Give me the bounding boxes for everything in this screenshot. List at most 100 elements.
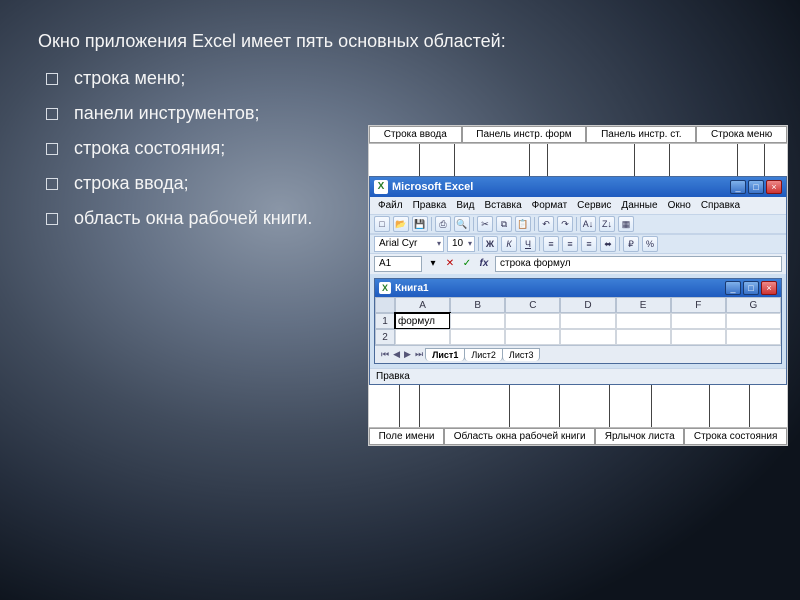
sheet-tabs: ⏮ ◀ ▶ ⏭ Лист1 Лист2 Лист3 (375, 345, 781, 363)
callout-workbook-area: Область окна рабочей книги (444, 428, 595, 445)
cell[interactable] (671, 313, 726, 329)
workbook-logo-icon: X (379, 282, 391, 294)
menu-window[interactable]: Окно (664, 199, 695, 212)
chart-icon[interactable]: ▦ (618, 216, 634, 232)
menu-view[interactable]: Вид (452, 199, 478, 212)
fx-icon[interactable]: fx (477, 257, 491, 271)
tab-prev-icon[interactable]: ◀ (391, 349, 402, 360)
chevron-down-icon[interactable]: ▾ (426, 257, 440, 271)
percent-icon[interactable]: % (642, 236, 658, 252)
print-icon[interactable]: ⎙ (435, 216, 451, 232)
cell[interactable] (726, 329, 781, 345)
formula-input[interactable]: строка формул (495, 256, 782, 272)
cell-a1[interactable]: формул (395, 313, 450, 329)
window-buttons: _ □ × (730, 180, 782, 194)
cell[interactable] (560, 329, 615, 345)
slide-background: Окно приложения Excel имеет пять основны… (0, 0, 800, 600)
slide-title: Окно приложения Excel имеет пять основны… (38, 28, 758, 55)
tab-first-icon[interactable]: ⏮ (379, 349, 391, 360)
cell[interactable] (395, 329, 450, 345)
open-icon[interactable]: 📂 (393, 216, 409, 232)
col-header[interactable]: E (616, 297, 671, 313)
row-header[interactable]: 1 (375, 313, 395, 329)
menubar: Файл Правка Вид Вставка Формат Сервис Да… (370, 197, 786, 214)
merge-icon[interactable]: ⬌ (600, 236, 616, 252)
sheet-tab[interactable]: Лист1 (425, 348, 465, 361)
col-header[interactable]: A (395, 297, 450, 313)
align-center-icon[interactable]: ≡ (562, 236, 578, 252)
excel-diagram: Строка ввода Панель инстр. форм Панель и… (368, 125, 788, 446)
bold-icon[interactable]: Ж (482, 236, 498, 252)
align-right-icon[interactable]: ≡ (581, 236, 597, 252)
bullet-item: строка меню; (42, 65, 758, 92)
cell[interactable] (616, 313, 671, 329)
name-box[interactable]: A1 (374, 256, 422, 272)
sheet-tab[interactable]: Лист3 (502, 348, 541, 361)
italic-icon[interactable]: К (501, 236, 517, 252)
underline-icon[interactable]: Ч (520, 236, 536, 252)
cell[interactable] (726, 313, 781, 329)
select-all-corner[interactable] (375, 297, 395, 313)
col-header[interactable]: C (505, 297, 560, 313)
cell[interactable] (450, 329, 505, 345)
menu-edit[interactable]: Правка (409, 199, 451, 212)
cell[interactable] (560, 313, 615, 329)
sort-desc-icon[interactable]: Z↓ (599, 216, 615, 232)
tab-next-icon[interactable]: ▶ (402, 349, 413, 360)
workbook-window: X Книга1 _ □ × A B C D E F G (374, 278, 782, 364)
callout-name-box: Поле имени (369, 428, 444, 445)
menu-file[interactable]: Файл (374, 199, 407, 212)
status-bar: Правка (370, 368, 786, 384)
wb-minimize-button[interactable]: _ (725, 281, 741, 295)
minimize-button[interactable]: _ (730, 180, 746, 194)
redo-icon[interactable]: ↷ (557, 216, 573, 232)
separator (539, 237, 540, 251)
row-header[interactable]: 2 (375, 329, 395, 345)
cell[interactable] (616, 329, 671, 345)
new-icon[interactable]: □ (374, 216, 390, 232)
preview-icon[interactable]: 🔍 (454, 216, 470, 232)
col-header[interactable]: D (560, 297, 615, 313)
spreadsheet-grid: A B C D E F G 1 формул 2 (375, 297, 781, 345)
cut-icon[interactable]: ✂ (477, 216, 493, 232)
sheet-tab[interactable]: Лист2 (464, 348, 503, 361)
save-icon[interactable]: 💾 (412, 216, 428, 232)
callout-row-bottom: Поле имени Область окна рабочей книги Яр… (369, 427, 787, 445)
leader-lines-bottom (369, 385, 787, 427)
excel-logo-icon: X (374, 180, 388, 194)
wb-maximize-button[interactable]: □ (743, 281, 759, 295)
close-button[interactable]: × (766, 180, 782, 194)
col-header[interactable]: B (450, 297, 505, 313)
cell[interactable] (505, 329, 560, 345)
sort-asc-icon[interactable]: A↓ (580, 216, 596, 232)
callout-sheet-tab: Ярлычок листа (595, 428, 684, 445)
workbook-window-buttons: _ □ × (725, 281, 777, 295)
menu-insert[interactable]: Вставка (480, 199, 525, 212)
cell[interactable] (505, 313, 560, 329)
copy-icon[interactable]: ⧉ (496, 216, 512, 232)
paste-icon[interactable]: 📋 (515, 216, 531, 232)
enter-icon[interactable]: ✓ (460, 257, 474, 271)
workbook-titlebar: X Книга1 _ □ × (375, 279, 781, 297)
cell[interactable] (450, 313, 505, 329)
col-header[interactable]: F (671, 297, 726, 313)
font-size-dropdown[interactable]: 10 (447, 236, 475, 252)
menu-tools[interactable]: Сервис (573, 199, 615, 212)
callout-row-top: Строка ввода Панель инстр. форм Панель и… (369, 126, 787, 144)
separator (576, 217, 577, 231)
menu-format[interactable]: Формат (528, 199, 572, 212)
cell[interactable] (671, 329, 726, 345)
col-header[interactable]: G (726, 297, 781, 313)
menu-data[interactable]: Данные (617, 199, 661, 212)
currency-icon[interactable]: ₽ (623, 236, 639, 252)
font-name-dropdown[interactable]: Arial Cyr (374, 236, 444, 252)
align-left-icon[interactable]: ≡ (543, 236, 559, 252)
undo-icon[interactable]: ↶ (538, 216, 554, 232)
tab-last-icon[interactable]: ⏭ (413, 349, 425, 360)
titlebar: X Microsoft Excel _ □ × (370, 177, 786, 197)
maximize-button[interactable]: □ (748, 180, 764, 194)
menu-help[interactable]: Справка (697, 199, 744, 212)
wb-close-button[interactable]: × (761, 281, 777, 295)
fx-buttons: ▾ ✕ ✓ fx (426, 257, 491, 271)
cancel-icon[interactable]: ✕ (443, 257, 457, 271)
